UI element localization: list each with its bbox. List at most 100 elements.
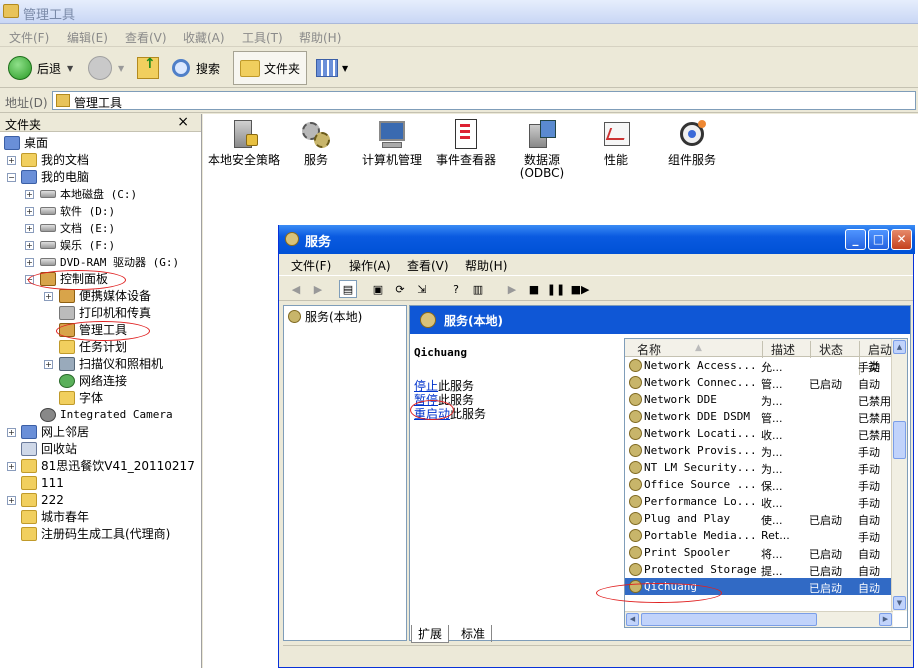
tree-item-folder-81[interactable]: 81思迅餐饮V41_20110217 (21, 457, 195, 474)
tree-item-scanners[interactable]: 扫描仪和照相机 (59, 355, 163, 372)
column-description[interactable]: 描述 (762, 341, 795, 358)
tree-item-folder-111[interactable]: 111 (21, 474, 64, 491)
tree-item-network-connections[interactable]: 网络连接 (59, 372, 127, 389)
expand-icon[interactable]: + (44, 360, 53, 369)
back-button[interactable]: 后退 ▼ (8, 52, 73, 84)
tree-item-desktop[interactable]: 桌面 (4, 134, 48, 151)
tree-item-services-local[interactable]: 服务(本地) (288, 308, 362, 325)
app-odbc[interactable]: 数据源 (ODBC) (501, 118, 583, 180)
export-list-icon[interactable]: ⇲ (413, 280, 431, 298)
table-row[interactable]: Protected Storage 提... 已启动 自动 (625, 561, 893, 578)
table-row[interactable]: Office Source ... 保... 手动 (625, 476, 893, 493)
stop-service-icon[interactable]: ■ (525, 280, 543, 298)
app-services[interactable]: 服务 (275, 118, 357, 167)
app-event-viewer[interactable]: 事件查看器 (425, 118, 507, 167)
start-service-icon[interactable]: ▶ (503, 280, 521, 298)
tree-item-integrated-camera[interactable]: Integrated Camera (40, 406, 173, 423)
menu-edit[interactable]: 编辑(E) (67, 29, 108, 46)
horizontal-scrollbar[interactable]: ◀ ▶ (625, 611, 893, 627)
address-input[interactable]: 管理工具 (52, 91, 916, 110)
expand-icon[interactable]: + (25, 190, 34, 199)
tab-standard[interactable]: 标准 (455, 625, 493, 642)
expand-icon[interactable]: + (7, 462, 16, 471)
tree-item-recycle-bin[interactable]: 回收站 (21, 440, 77, 457)
menu-favorites[interactable]: 收藏(A) (183, 29, 225, 46)
expand-icon[interactable]: + (25, 224, 34, 233)
services-menu-view[interactable]: 查看(V) (407, 257, 449, 274)
forward-icon[interactable]: ▶ (309, 280, 327, 298)
expand-icon[interactable]: + (25, 207, 34, 216)
properties-icon[interactable]: ▣ (369, 280, 387, 298)
table-row[interactable]: Network Provis... 为... 手动 (625, 442, 893, 459)
minimize-button[interactable]: _ (845, 229, 866, 250)
pause-service-icon[interactable]: ❚❚ (547, 280, 565, 298)
close-button[interactable]: ✕ (891, 229, 912, 250)
scroll-right-icon[interactable]: ▶ (879, 613, 892, 626)
tree-item-folder-city[interactable]: 城市春年 (21, 508, 89, 525)
app-component-services[interactable]: 组件服务 (651, 118, 733, 167)
table-row[interactable]: Network DDE 为... 已禁用 (625, 391, 893, 408)
tree-item-network-places[interactable]: 网上邻居 (21, 423, 89, 440)
expand-icon[interactable]: + (44, 292, 53, 301)
scroll-thumb[interactable] (893, 421, 906, 459)
tree-item-drive-d[interactable]: 软件 (D:) (40, 202, 115, 219)
tree-item-drive-f[interactable]: 娱乐 (F:) (40, 236, 115, 253)
menu-file[interactable]: 文件(F) (9, 29, 49, 46)
services-menu-action[interactable]: 操作(A) (349, 257, 391, 274)
table-row[interactable]: Network Access... 允... 手动 (625, 357, 893, 374)
tree-item-folder-keygen[interactable]: 注册码生成工具(代理商) (21, 525, 170, 542)
expand-icon[interactable]: + (25, 258, 34, 267)
tree-item-my-computer[interactable]: 我的电脑 (21, 168, 89, 185)
folders-button[interactable]: 文件夹 (233, 51, 308, 85)
expand-icon[interactable]: + (7, 496, 16, 505)
table-row[interactable]: Network DDE DSDM 管... 已禁用 (625, 408, 893, 425)
tree-item-drive-c[interactable]: 本地磁盘 (C:) (40, 185, 137, 202)
tree-item-folder-222[interactable]: 222 (21, 491, 64, 508)
tree-item-fonts[interactable]: 字体 (59, 389, 103, 406)
table-row[interactable]: Network Connec... 管... 已启动 自动 (625, 374, 893, 391)
tree-item-dvd-drive[interactable]: DVD-RAM 驱动器 (G:) (40, 253, 179, 270)
views-button[interactable]: ▼ (316, 52, 348, 84)
tree-item-printers[interactable]: 打印机和传真 (59, 304, 151, 321)
menu-view[interactable]: 查看(V) (125, 29, 167, 46)
menu-help[interactable]: 帮助(H) (299, 29, 341, 46)
table-row[interactable]: Network Locati... 收... 已禁用 (625, 425, 893, 442)
app-computer-management[interactable]: 计算机管理 (351, 118, 433, 167)
tree-item-my-documents[interactable]: 我的文档 (21, 151, 89, 168)
maximize-button[interactable]: □ (868, 229, 889, 250)
horizontal-scroll-thumb[interactable] (641, 613, 817, 626)
tree-item-drive-e[interactable]: 文档 (E:) (40, 219, 115, 236)
column-status[interactable]: 状态 (810, 341, 843, 358)
forward-button[interactable]: ▼ (88, 52, 124, 84)
services-menu-file[interactable]: 文件(F) (291, 257, 331, 274)
expand-icon[interactable]: + (7, 156, 16, 165)
scroll-left-icon[interactable]: ◀ (626, 613, 639, 626)
close-icon[interactable]: × (177, 114, 189, 130)
expand-icon[interactable]: + (25, 241, 34, 250)
collapse-icon[interactable]: − (7, 173, 16, 182)
vertical-scrollbar[interactable]: ▲ ▼ (891, 339, 907, 611)
table-row[interactable]: Performance Lo... 收... 手动 (625, 493, 893, 510)
show-hide-icon[interactable]: ▥ (469, 280, 487, 298)
back-icon[interactable]: ◀ (287, 280, 305, 298)
table-row[interactable]: Plug and Play 使... 已启动 自动 (625, 510, 893, 527)
column-name[interactable]: 名称 (637, 341, 661, 358)
up-button[interactable]: ↑ (137, 52, 159, 84)
scroll-up-icon[interactable]: ▲ (893, 340, 906, 354)
app-performance[interactable]: 性能 (575, 118, 657, 167)
app-local-security-policy[interactable]: 本地安全策略 (203, 118, 285, 167)
search-button[interactable]: 搜索 (172, 52, 220, 84)
console-tree-icon[interactable]: ▤ (339, 280, 357, 298)
table-row[interactable]: NT LM Security... 为... 手动 (625, 459, 893, 476)
restart-service-icon[interactable]: ■▶ (571, 280, 590, 298)
table-row[interactable]: Portable Media... Ret... 手动 (625, 527, 893, 544)
expand-icon[interactable]: + (7, 428, 16, 437)
help-icon[interactable]: ? (447, 280, 465, 298)
scroll-down-icon[interactable]: ▼ (893, 596, 906, 610)
refresh-icon[interactable]: ⟳ (391, 280, 409, 298)
services-menu-help[interactable]: 帮助(H) (465, 257, 507, 274)
menu-tools[interactable]: 工具(T) (242, 29, 283, 46)
table-row[interactable]: Print Spooler 将... 已启动 自动 (625, 544, 893, 561)
stop-service-link[interactable]: 停止 (414, 379, 438, 393)
tab-extended[interactable]: 扩展 (411, 625, 450, 643)
